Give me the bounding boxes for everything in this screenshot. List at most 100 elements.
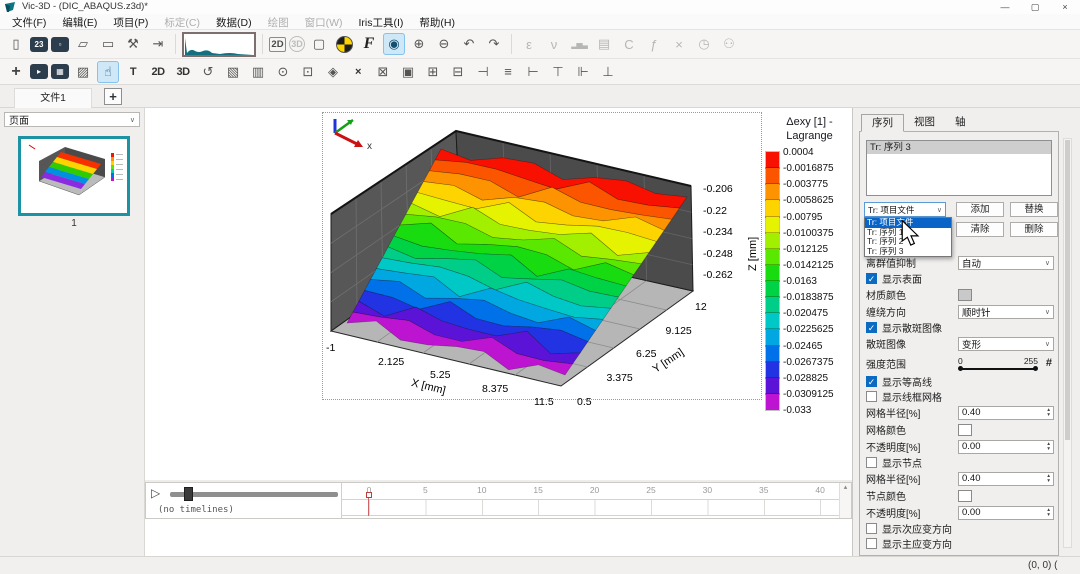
menu-item[interactable]: 数据(D) xyxy=(208,14,260,29)
range-track[interactable] xyxy=(960,368,1036,370)
open-folder-icon[interactable]: ▱ xyxy=(72,33,94,55)
polygon-roi-icon[interactable]: ◈ xyxy=(322,61,344,83)
menu-item[interactable]: 绘图 xyxy=(260,14,297,29)
align-bottom-icon[interactable]: ⊥ xyxy=(597,61,619,83)
monitor-icon[interactable]: ▢ xyxy=(308,33,330,55)
align-center-icon[interactable]: ≡ xyxy=(497,61,519,83)
file-tab[interactable]: 文件1 xyxy=(14,88,92,108)
align-left-icon[interactable]: ⊣ xyxy=(472,61,494,83)
user-icon[interactable]: ⚇ xyxy=(718,33,740,55)
undo-icon[interactable]: ↶ xyxy=(458,33,480,55)
view-3d-icon[interactable]: 3D xyxy=(289,36,305,52)
image-export-icon[interactable]: ▥ xyxy=(247,61,269,83)
grid-add-icon[interactable]: ⊞ xyxy=(422,61,444,83)
row-checkbox[interactable] xyxy=(866,538,877,549)
row-checkbox[interactable]: ✓ xyxy=(866,273,877,284)
project-grid-icon[interactable]: ▭ xyxy=(97,33,119,55)
row-color-swatch[interactable] xyxy=(958,424,972,436)
image-set-icon[interactable]: ▦ xyxy=(51,64,69,79)
align-middle-icon[interactable]: ⊩ xyxy=(572,61,594,83)
spinner-down-icon[interactable]: ▾ xyxy=(1047,479,1050,484)
sequence-list-item[interactable]: Tr: 序列 3 xyxy=(867,141,1051,154)
zoom-in-icon[interactable]: ⊕ xyxy=(408,33,430,55)
strain-epsilon-icon[interactable]: ε xyxy=(518,33,540,55)
close-button[interactable]: × xyxy=(1050,0,1080,14)
timeline-cells[interactable] xyxy=(341,499,843,516)
redo-icon[interactable]: ↷ xyxy=(483,33,505,55)
grid-edit-icon[interactable]: ⊟ xyxy=(447,61,469,83)
add-tab-button[interactable]: + xyxy=(104,88,122,105)
row-dropdown[interactable]: 自动∨ xyxy=(958,256,1054,270)
row-spinner[interactable]: 0.00▴▾ xyxy=(958,506,1054,520)
page-selector[interactable]: 页面 ∨ xyxy=(4,112,140,127)
menu-item[interactable]: 帮助(H) xyxy=(411,14,463,29)
row-range-slider[interactable]: 0255 xyxy=(958,357,1038,370)
poisson-nu-icon[interactable]: ν xyxy=(543,33,565,55)
play-button[interactable]: ▷ xyxy=(151,486,160,500)
row-dropdown[interactable]: 变形∨ xyxy=(958,337,1054,351)
spinner-down-icon[interactable]: ▾ xyxy=(1047,413,1050,418)
timeline-slider-track[interactable] xyxy=(170,492,338,497)
report-icon[interactable]: ▤ xyxy=(593,33,615,55)
panel-tab[interactable]: 序列 xyxy=(861,114,904,132)
menu-item[interactable]: 标定(C) xyxy=(156,14,208,29)
row-spinner[interactable]: 0.40▴▾ xyxy=(958,472,1054,486)
delete-button[interactable]: 删除 xyxy=(1010,222,1058,237)
align-top-icon[interactable]: ⊤ xyxy=(547,61,569,83)
timeline-position-marker[interactable] xyxy=(366,492,372,498)
align-right-icon[interactable]: ⊢ xyxy=(522,61,544,83)
menu-item[interactable]: Iris工具(I) xyxy=(350,14,411,29)
panel-tab[interactable]: 视图 xyxy=(904,114,945,132)
circle-roi-icon[interactable]: ⊙ xyxy=(272,61,294,83)
zoom-out-icon[interactable]: ⊖ xyxy=(433,33,455,55)
replace-button[interactable]: 替换 xyxy=(1010,202,1058,217)
circle-fit-icon[interactable]: C xyxy=(618,33,640,55)
menu-item[interactable]: 项目(P) xyxy=(105,14,156,29)
row-checkbox[interactable] xyxy=(866,457,877,468)
pan-hand-icon[interactable]: ☝ xyxy=(97,61,119,83)
spinner-arrows-icon[interactable]: ▴▾ xyxy=(1047,408,1050,418)
image-icon[interactable]: ▨ xyxy=(72,61,94,83)
histogram-preview[interactable] xyxy=(182,32,256,57)
row-color-swatch[interactable] xyxy=(958,490,972,502)
function-fx-icon[interactable]: ƒ xyxy=(643,33,665,55)
plot-canvas[interactable]: x -12.1255.258.37511.50.53.3756.259.1251… xyxy=(145,108,852,480)
spinner-arrows-icon[interactable]: ▴▾ xyxy=(1047,442,1050,452)
open-speckle-icon[interactable]: 23 xyxy=(30,37,48,52)
row-checkbox[interactable]: ✓ xyxy=(866,322,877,333)
histogram-icon[interactable]: ▂▅▃ xyxy=(568,33,590,55)
clear-button[interactable]: 清除 xyxy=(956,222,1004,237)
row-color-swatch[interactable] xyxy=(958,289,972,301)
plot-3d-icon[interactable]: 3D xyxy=(172,61,194,83)
inspect-eye-icon[interactable]: ◉ xyxy=(383,33,405,55)
minimize-button[interactable]: — xyxy=(990,0,1020,14)
spinner-arrows-icon[interactable]: ▴▾ xyxy=(1047,474,1050,484)
import-icon[interactable]: ⇥ xyxy=(147,33,169,55)
menu-item[interactable]: 文件(F) xyxy=(4,14,54,29)
hash-icon[interactable]: # xyxy=(1038,357,1052,369)
timeline-scrollbar[interactable]: ▴ xyxy=(839,483,851,518)
function-f-icon[interactable]: F xyxy=(358,33,380,55)
timeline-slider-handle[interactable] xyxy=(184,487,193,501)
clock-icon[interactable]: ◷ xyxy=(693,33,715,55)
new-file-icon[interactable]: ▯ xyxy=(5,33,27,55)
rect-roi-icon[interactable]: ⊡ xyxy=(297,61,319,83)
menu-item[interactable]: 编辑(E) xyxy=(54,14,105,29)
text-tool-icon[interactable]: T xyxy=(122,61,144,83)
menu-item[interactable]: 窗口(W) xyxy=(297,14,351,29)
transform-icon[interactable]: ↺ xyxy=(197,61,219,83)
spinner-down-icon[interactable]: ▾ xyxy=(1047,447,1050,452)
row-spinner[interactable]: 0.00▴▾ xyxy=(958,440,1054,454)
actual-size-icon[interactable]: ▣ xyxy=(397,61,419,83)
row-checkbox[interactable] xyxy=(866,391,877,402)
row-spinner[interactable]: 0.40▴▾ xyxy=(958,406,1054,420)
add-button[interactable]: 添加 xyxy=(956,202,1004,217)
view-2d-icon[interactable]: 2D xyxy=(269,37,286,52)
row-dropdown[interactable]: 顺时针∨ xyxy=(958,305,1054,319)
fit-window-icon[interactable]: ⊠ xyxy=(372,61,394,83)
delete-roi-icon[interactable]: × xyxy=(347,61,369,83)
add-page-icon[interactable]: + xyxy=(5,61,27,83)
panel-tab[interactable]: 轴 xyxy=(945,114,976,132)
spinner-arrows-icon[interactable]: ▴▾ xyxy=(1047,508,1050,518)
spinner-down-icon[interactable]: ▾ xyxy=(1047,513,1050,518)
